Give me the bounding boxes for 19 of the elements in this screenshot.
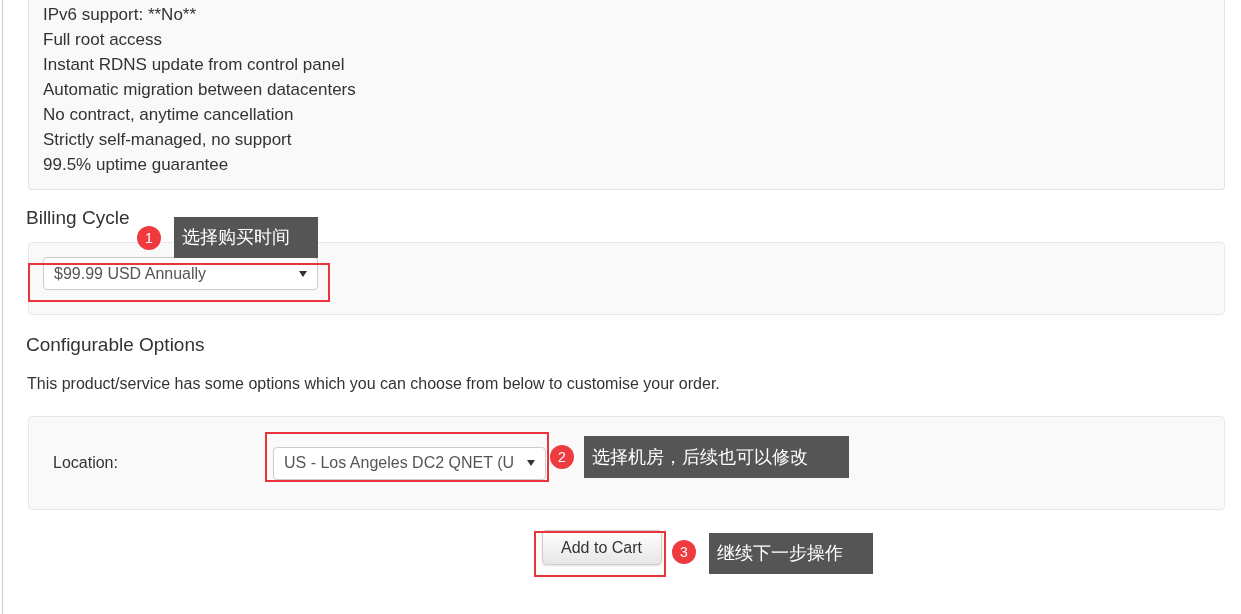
- annotation-callout: 选择购买时间: [174, 217, 318, 258]
- section-heading: Configurable Options: [26, 333, 206, 357]
- feature-text: IPv6 support: **No**: [43, 4, 198, 26]
- feature-text: Full root access: [43, 29, 164, 51]
- step-number: 1: [137, 226, 161, 250]
- add-to-cart-button[interactable]: Add to Cart: [541, 530, 662, 565]
- location-label: Location:: [53, 453, 119, 473]
- feature-text: Automatic migration between datacenters: [43, 79, 357, 101]
- location-select[interactable]: US - Los Angeles DC2 QNET (U: [273, 446, 546, 480]
- annotation-callout: 选择机房，后续也可以修改: [584, 436, 849, 478]
- annotation-callout: 继续下一步操作: [709, 533, 873, 574]
- billing-select[interactable]: $99.99 USD Annually: [43, 257, 318, 290]
- feature-text: 99.5% uptime guarantee: [43, 154, 230, 176]
- feature-text: Strictly self-managed, no support: [43, 129, 293, 151]
- feature-text: No contract, anytime cancellation: [43, 104, 295, 126]
- description-text: This product/service has some options which you can choose from below to customise your order.: [27, 374, 721, 394]
- feature-text: Instant RDNS update from control panel: [43, 54, 346, 76]
- section-heading: Billing Cycle: [26, 206, 131, 230]
- step-number: 3: [672, 540, 696, 564]
